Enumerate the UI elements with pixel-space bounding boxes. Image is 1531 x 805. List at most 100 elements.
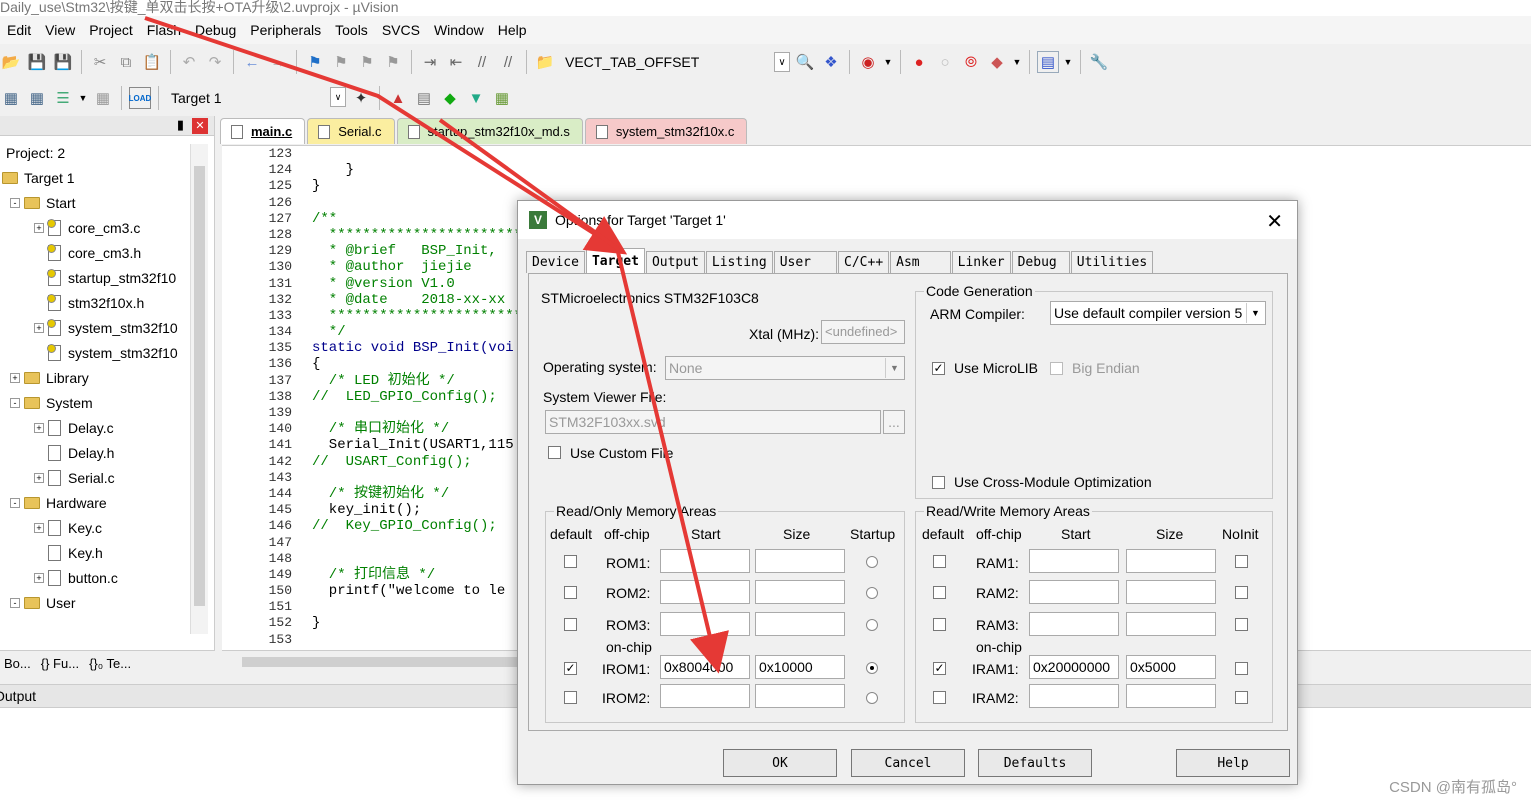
code-line[interactable] xyxy=(312,632,522,648)
undo-icon[interactable]: ↶ xyxy=(178,51,200,73)
paste-icon[interactable]: 📋 xyxy=(141,51,163,73)
rom3-start-input[interactable] xyxy=(660,612,750,636)
tree-file[interactable]: startup_stm32f10 xyxy=(47,267,176,289)
code-line[interactable]: { xyxy=(312,356,522,372)
kill-breakpoints-icon[interactable]: ⦾ xyxy=(960,51,982,73)
iram1-default-checkbox[interactable]: ✓ xyxy=(933,662,946,675)
copy-icon[interactable]: ⧉ xyxy=(115,51,137,73)
ram3-default-checkbox[interactable] xyxy=(933,618,946,631)
unindent-icon[interactable]: ⇤ xyxy=(445,51,467,73)
tree-file[interactable]: + Serial.c xyxy=(34,467,115,489)
expand-icon[interactable]: + xyxy=(34,523,44,533)
tree-file[interactable]: system_stm32f10 xyxy=(47,342,178,364)
ram1-noinit-checkbox[interactable] xyxy=(1235,555,1248,568)
build-icon[interactable]: ▦ xyxy=(26,87,48,109)
collapse-icon[interactable]: - xyxy=(10,598,20,608)
rom3-size-input[interactable] xyxy=(755,612,845,636)
nav-back-icon[interactable]: ← xyxy=(241,51,263,73)
tab-serial-c[interactable]: Serial.c xyxy=(307,118,395,144)
stop-build-icon[interactable]: ▦ xyxy=(92,87,114,109)
xtal-field[interactable]: <undefined> xyxy=(821,320,905,344)
custom-file-checkbox[interactable] xyxy=(548,446,561,459)
menu-view[interactable]: View xyxy=(38,22,82,38)
window-layout-icon[interactable]: ▤ xyxy=(1037,51,1059,73)
irom2-size-input[interactable] xyxy=(755,684,845,708)
save-icon[interactable]: 💾 xyxy=(26,51,48,73)
bookmark-icon[interactable]: ⚑ xyxy=(304,51,326,73)
breakpoint-icon[interactable]: ● xyxy=(908,51,930,73)
tab-linker[interactable]: Linker xyxy=(951,251,1011,273)
nav-forward-icon[interactable]: → xyxy=(267,51,289,73)
iram1-size-input[interactable]: 0x5000 xyxy=(1126,655,1216,679)
pin-icon[interactable]: ▮ xyxy=(177,117,184,133)
expand-icon[interactable]: + xyxy=(34,423,44,433)
code-line[interactable]: * @version V1.0 xyxy=(312,276,522,292)
configure-icon[interactable]: 🔧 xyxy=(1088,51,1110,73)
iram2-size-input[interactable] xyxy=(1126,684,1216,708)
code-line[interactable]: key_init(); xyxy=(312,502,522,518)
tree-file[interactable]: Delay.h xyxy=(48,442,114,464)
tree-group-start[interactable]: - Start xyxy=(10,192,76,214)
tab-device[interactable]: Device xyxy=(526,251,585,273)
cross-module-checkbox[interactable] xyxy=(932,476,945,489)
tree-group-system[interactable]: - System xyxy=(10,392,93,414)
code-line[interactable]: /* 串口初始化 */ xyxy=(312,421,522,437)
expand-icon[interactable]: + xyxy=(10,373,20,383)
comment-icon[interactable]: // xyxy=(471,51,493,73)
rebuild-icon[interactable]: ☰ xyxy=(52,87,74,109)
iram2-noinit-checkbox[interactable] xyxy=(1235,691,1248,704)
manage-rte-icon[interactable]: ◆ xyxy=(439,87,461,109)
code-line[interactable]: /* LED 初始化 */ xyxy=(312,373,522,389)
menu-flash[interactable]: Flash xyxy=(140,22,188,38)
tree-file[interactable]: + button.c xyxy=(34,567,118,589)
code-line[interactable]: // LED_GPIO_Config(); xyxy=(312,389,522,405)
tab-listing[interactable]: Listing xyxy=(705,251,773,273)
code-line[interactable]: * @date 2018-xx-xx xyxy=(312,292,522,308)
multi-project-icon[interactable]: ▦ xyxy=(491,87,513,109)
close-icon[interactable]: ✕ xyxy=(1266,209,1283,234)
irom1-start-input[interactable]: 0x8004000 xyxy=(660,655,750,679)
code-line[interactable]: // USART_Config(); xyxy=(312,454,522,470)
tree-file[interactable]: + Key.c xyxy=(34,517,102,539)
code-line[interactable]: Serial_Init(USART1,115 xyxy=(312,437,522,453)
ram3-start-input[interactable] xyxy=(1029,612,1119,636)
manage-project-items-icon[interactable]: ▲ xyxy=(387,87,409,109)
code-line[interactable]: // Key_GPIO_Config(); xyxy=(312,518,522,534)
chevron-down-icon[interactable]: ▼ xyxy=(1012,51,1022,73)
bookmark-next-icon[interactable]: ⚑ xyxy=(356,51,378,73)
cancel-button[interactable]: Cancel xyxy=(851,749,965,777)
expand-icon[interactable]: + xyxy=(34,223,44,233)
scroll-thumb[interactable] xyxy=(194,166,205,606)
rom2-start-input[interactable] xyxy=(660,580,750,604)
code-line[interactable]: static void BSP_Init(voi xyxy=(312,340,522,356)
redo-icon[interactable]: ↷ xyxy=(204,51,226,73)
code-line[interactable]: /* 打印信息 */ xyxy=(312,567,522,583)
code-line[interactable]: *********************** xyxy=(312,308,522,324)
code-line[interactable] xyxy=(312,146,522,162)
code-line[interactable] xyxy=(312,470,522,486)
tab-books[interactable]: Bo... xyxy=(4,656,31,671)
tab-user[interactable]: User xyxy=(773,251,838,273)
tree-target[interactable]: Target 1 xyxy=(2,167,75,189)
irom2-start-input[interactable] xyxy=(660,684,750,708)
menu-svcs[interactable]: SVCS xyxy=(375,22,427,38)
indent-icon[interactable]: ⇥ xyxy=(419,51,441,73)
menu-help[interactable]: Help xyxy=(491,22,534,38)
menu-peripherals[interactable]: Peripherals xyxy=(243,22,328,38)
project-root[interactable]: Project: 2 xyxy=(6,142,65,164)
target-options-icon[interactable]: ✦ xyxy=(350,87,372,109)
tree-file[interactable]: Key.h xyxy=(48,542,103,564)
tree-group-hardware[interactable]: - Hardware xyxy=(10,492,107,514)
rom1-startup-radio[interactable] xyxy=(866,556,878,568)
breakpoint-options-icon[interactable]: ◆ xyxy=(986,51,1008,73)
project-scrollbar[interactable] xyxy=(190,144,208,634)
irom1-size-input[interactable]: 0x10000 xyxy=(755,655,845,679)
ram1-size-input[interactable] xyxy=(1126,549,1216,573)
tab-debug[interactable]: Debug xyxy=(1011,251,1070,273)
save-all-icon[interactable]: 💾 xyxy=(52,51,74,73)
iram1-noinit-checkbox[interactable] xyxy=(1235,662,1248,675)
scroll-thumb[interactable] xyxy=(242,657,542,667)
code-line[interactable]: *********************** xyxy=(312,227,522,243)
code-line[interactable]: /* 按键初始化 */ xyxy=(312,486,522,502)
microlib-checkbox[interactable]: ✓ xyxy=(932,362,945,375)
